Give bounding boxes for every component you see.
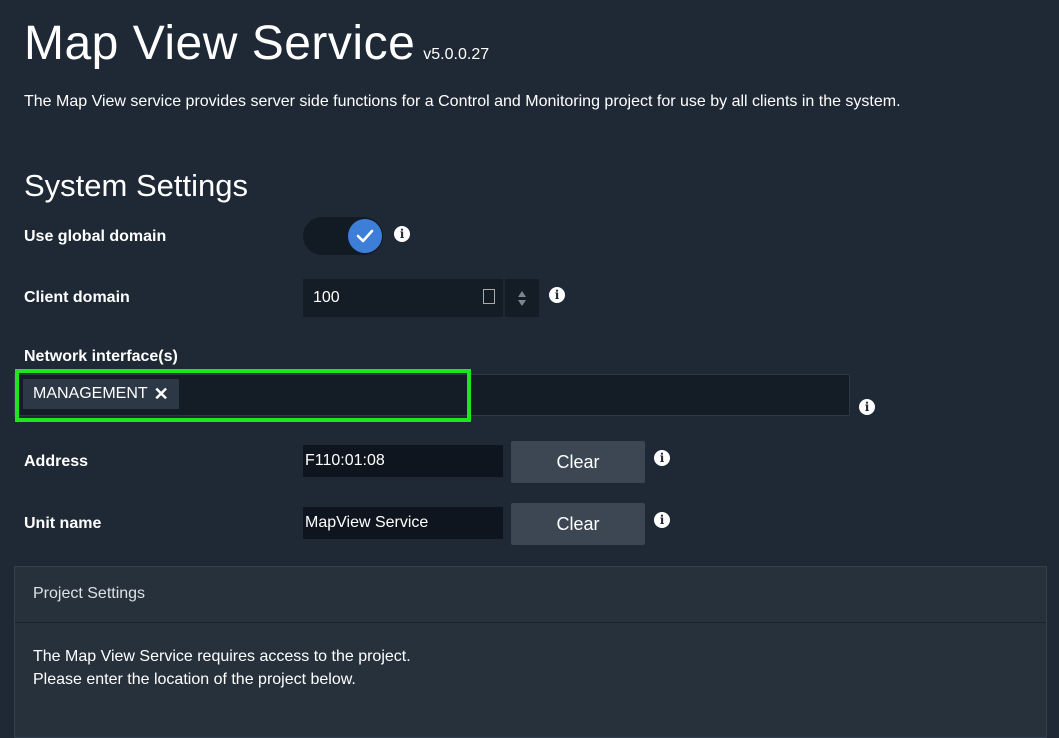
use-global-domain-toggle[interactable] bbox=[303, 217, 383, 255]
info-icon[interactable]: i bbox=[859, 399, 875, 415]
info-icon[interactable]: i bbox=[394, 226, 410, 242]
unit-name-label: Unit name bbox=[24, 515, 102, 532]
check-icon bbox=[356, 229, 374, 243]
client-domain-stepper[interactable] bbox=[505, 279, 539, 317]
info-icon[interactable]: i bbox=[654, 450, 670, 466]
use-global-domain-label: Use global domain bbox=[24, 228, 167, 245]
panel-header: Project Settings bbox=[15, 567, 1046, 623]
network-interfaces-input[interactable]: MANAGEMENT ✕ bbox=[14, 374, 850, 416]
address-label: Address bbox=[24, 453, 89, 470]
tag-management: MANAGEMENT ✕ bbox=[23, 379, 179, 409]
remove-tag-icon[interactable]: ✕ bbox=[154, 385, 169, 403]
stepper-down-icon[interactable] bbox=[518, 300, 526, 306]
network-interfaces-label: Network interface(s) bbox=[24, 348, 178, 365]
unit-name-value: MapView Service bbox=[305, 514, 429, 531]
client-domain-label: Client domain bbox=[24, 289, 130, 306]
tag-label: MANAGEMENT bbox=[33, 385, 148, 402]
info-icon[interactable]: i bbox=[654, 512, 670, 528]
info-icon[interactable]: i bbox=[549, 287, 565, 303]
project-settings-panel: Project Settings The Map View Service re… bbox=[14, 566, 1047, 738]
page-title-group: Map View Service v5.0.0.27 bbox=[24, 12, 489, 76]
address-value: F110:01:08 bbox=[305, 452, 385, 469]
page-title: Map View Service bbox=[24, 17, 416, 70]
unit-name-input[interactable]: MapView Service bbox=[303, 507, 503, 539]
panel-title: Project Settings bbox=[33, 585, 146, 602]
address-clear-button[interactable]: Clear bbox=[511, 441, 645, 483]
version-label: v5.0.0.27 bbox=[423, 46, 490, 63]
stepper-up-icon[interactable] bbox=[518, 291, 526, 297]
panel-description: The Map View Service requires access to … bbox=[33, 648, 411, 688]
page-description: The Map View service provides server sid… bbox=[24, 93, 901, 110]
section-heading-system-settings: System Settings bbox=[24, 168, 248, 203]
unit-name-clear-button[interactable]: Clear bbox=[511, 503, 645, 545]
client-domain-value: 100 bbox=[313, 289, 340, 306]
toggle-knob bbox=[348, 219, 382, 253]
client-domain-input[interactable]: 100 bbox=[303, 279, 503, 317]
calculator-icon[interactable] bbox=[483, 289, 495, 304]
address-input[interactable]: F110:01:08 bbox=[303, 445, 503, 477]
